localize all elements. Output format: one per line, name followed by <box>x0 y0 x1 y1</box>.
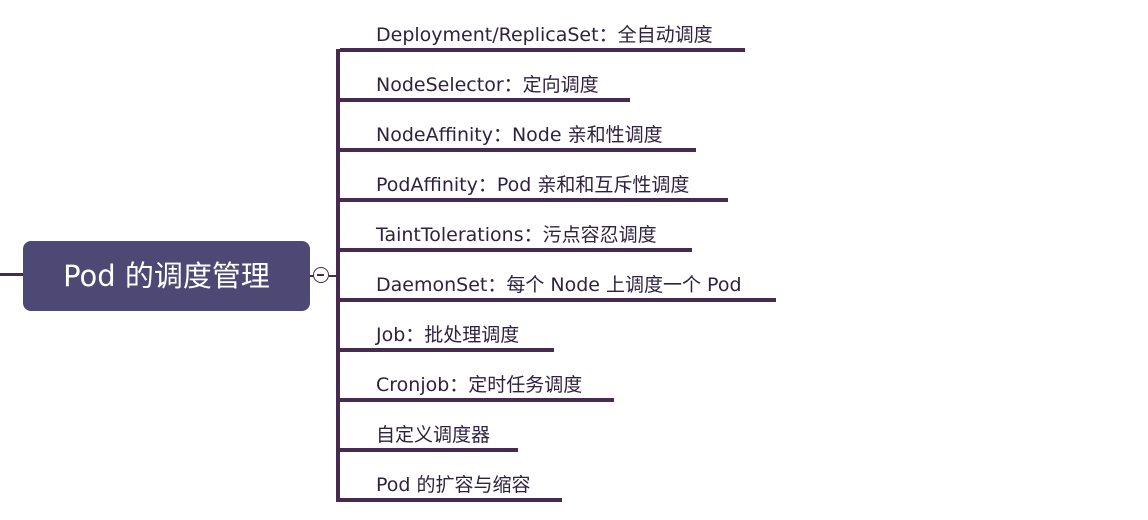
branch-custom-scheduler[interactable]: 自定义调度器 <box>340 404 518 452</box>
branch-label: Job：批处理调度 <box>376 324 520 346</box>
branch-label: TaintTolerations：污点容忍调度 <box>376 224 657 246</box>
central-topic-label: Pod 的调度管理 <box>63 259 270 293</box>
branch-label: 自定义调度器 <box>376 424 491 446</box>
collapse-minus-icon[interactable] <box>313 267 329 283</box>
branch-nodeselector[interactable]: NodeSelector：定向调度 <box>340 54 630 102</box>
branch-pod-scaling[interactable]: Pod 的扩容与缩容 <box>340 454 562 502</box>
branch-label: PodAffinity：Pod 亲和和互斥性调度 <box>376 174 690 196</box>
branch-podaffinity[interactable]: PodAffinity：Pod 亲和和互斥性调度 <box>340 154 728 202</box>
branch-deployment-replicaset[interactable]: Deployment/ReplicaSet：全自动调度 <box>340 4 745 52</box>
incoming-connector-line <box>0 273 24 276</box>
branch-job[interactable]: Job：批处理调度 <box>340 304 554 352</box>
branch-daemonset[interactable]: DaemonSet：每个 Node 上调度一个 Pod <box>340 254 776 302</box>
branch-nodeaffinity[interactable]: NodeAffinity：Node 亲和性调度 <box>340 104 696 152</box>
branch-label: Deployment/ReplicaSet：全自动调度 <box>376 24 713 46</box>
branch-label: Cronjob：定时任务调度 <box>376 374 583 396</box>
branch-label: NodeSelector：定向调度 <box>376 74 599 96</box>
branch-cronjob[interactable]: Cronjob：定时任务调度 <box>340 354 614 402</box>
branch-label: Pod 的扩容与缩容 <box>376 474 531 496</box>
branch-tainttolerations[interactable]: TaintTolerations：污点容忍调度 <box>340 204 692 252</box>
branch-label: DaemonSet：每个 Node 上调度一个 Pod <box>376 274 742 296</box>
branch-label: NodeAffinity：Node 亲和性调度 <box>376 124 663 146</box>
central-topic-node[interactable]: Pod 的调度管理 <box>23 241 310 311</box>
mind-map-canvas: Pod 的调度管理 Deployment/ReplicaSet：全自动调度 No… <box>0 0 1148 520</box>
